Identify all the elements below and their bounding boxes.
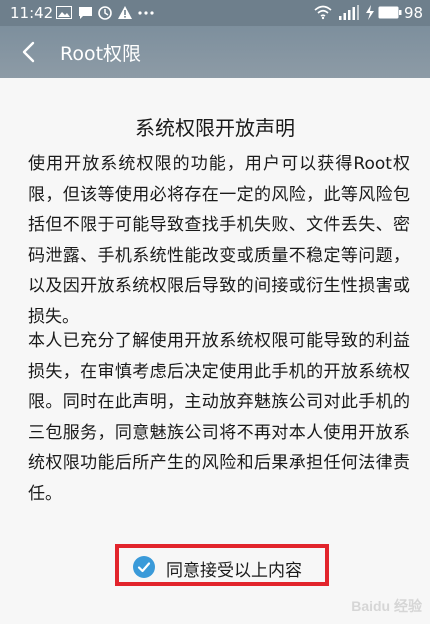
declaration-content: 系统权限开放声明 使用开放系统权限的功能，用户可以获得Root权限，但该等使用必… bbox=[0, 78, 430, 624]
status-time: 11:42 bbox=[10, 4, 54, 22]
checkbox-checked-icon[interactable] bbox=[133, 556, 155, 578]
warning-icon bbox=[118, 6, 132, 19]
declaration-title: 系统权限开放声明 bbox=[135, 116, 295, 140]
watermark: Baidu 经验 bbox=[351, 598, 422, 614]
page-title: Root权限 bbox=[60, 43, 142, 65]
charging-icon bbox=[366, 5, 374, 20]
message-icon bbox=[79, 7, 92, 19]
agree-label[interactable]: 同意接受以上内容 bbox=[166, 556, 302, 581]
clock-icon bbox=[98, 6, 112, 20]
declaration-paragraph-2: 本人已充分了解使用开放系统权限可能导致的利益损失，在审慎考虑后决定使用此手机的开… bbox=[28, 331, 410, 504]
image-icon bbox=[56, 6, 72, 19]
more-icon bbox=[138, 11, 154, 15]
battery-level: 98 bbox=[404, 4, 424, 22]
app-bar: Root权限 bbox=[0, 26, 430, 78]
wifi-icon bbox=[314, 5, 332, 20]
declaration-paragraph-1: 使用开放系统权限的功能，用户可以获得Root权限，但该等使用必将存在一定的风险，… bbox=[28, 154, 410, 327]
status-bar: 11:42 98 bbox=[0, 0, 430, 26]
battery-icon bbox=[378, 6, 402, 19]
chevron-left-icon[interactable] bbox=[16, 38, 44, 66]
signal-icon bbox=[339, 5, 359, 20]
agree-checkbox-row[interactable]: 同意接受以上内容 bbox=[115, 544, 329, 586]
